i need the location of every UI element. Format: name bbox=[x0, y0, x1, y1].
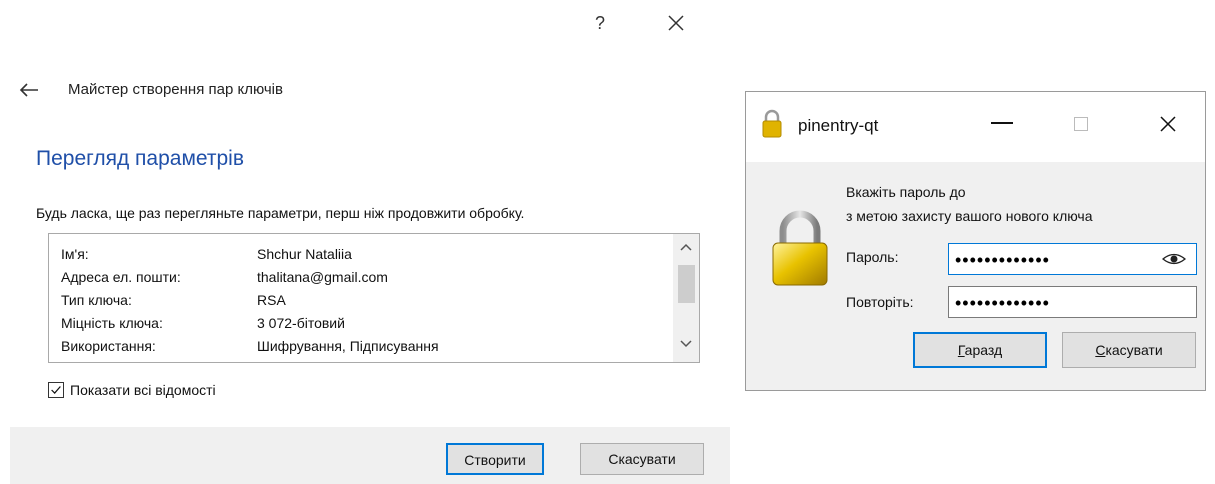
param-value: Шифрування, Підписування bbox=[257, 338, 439, 354]
param-value: thalitana@gmail.com bbox=[257, 269, 388, 285]
minimize-icon[interactable] bbox=[991, 122, 1013, 124]
back-arrow-icon[interactable] bbox=[18, 80, 40, 100]
dialog-description-line1: Вкажіть пароль до bbox=[846, 184, 966, 200]
dialog-titlebar[interactable]: pinentry-qt bbox=[746, 92, 1205, 162]
param-label: Використання: bbox=[61, 338, 156, 354]
maximize-icon bbox=[1074, 117, 1088, 131]
repeat-password-mask: ••••••••••••• bbox=[955, 293, 1050, 313]
eye-icon[interactable] bbox=[1162, 250, 1186, 268]
page-title: Перегляд параметрів bbox=[36, 147, 244, 170]
pinentry-dialog: pinentry-qt Вкажіть пароль до з метою за… bbox=[745, 91, 1206, 391]
ok-button[interactable]: Гаразд bbox=[913, 332, 1047, 368]
wizard-title: Майстер створення пар ключів bbox=[68, 81, 283, 98]
chevron-up-icon[interactable] bbox=[678, 241, 694, 253]
param-label: Міцність ключа: bbox=[61, 315, 163, 331]
ok-mnemonic: Г bbox=[957, 342, 965, 358]
dialog-title: pinentry-qt bbox=[798, 116, 879, 135]
checkbox-box[interactable] bbox=[48, 382, 64, 398]
dialog-description-line2: з метою захисту вашого нового ключа bbox=[846, 208, 1093, 224]
vertical-scrollbar[interactable] bbox=[673, 234, 699, 362]
parameters-list[interactable]: Ім'я: Shchur Nataliia Адреса ел. пошти: … bbox=[48, 233, 700, 363]
param-value: Shchur Nataliia bbox=[257, 246, 352, 262]
create-button[interactable]: Створити bbox=[446, 443, 544, 475]
repeat-password-label: Повторіть: bbox=[846, 294, 914, 310]
ok-label-rest: аразд bbox=[964, 342, 1003, 358]
page-description: Будь ласка, ще раз перегляньте параметри… bbox=[36, 205, 525, 221]
close-icon[interactable] bbox=[664, 11, 688, 35]
password-label: Пароль: bbox=[846, 249, 899, 265]
password-input[interactable]: ••••••••••••• bbox=[948, 243, 1197, 275]
help-button[interactable]: ? bbox=[592, 13, 608, 34]
cancel-button[interactable]: Скасувати bbox=[580, 443, 704, 475]
param-label: Тип ключа: bbox=[61, 292, 132, 308]
check-icon bbox=[51, 386, 61, 394]
close-icon[interactable] bbox=[1158, 114, 1178, 134]
checkbox-label: Показати всі відомості bbox=[70, 382, 216, 398]
cancel-button[interactable]: Скасувати bbox=[1062, 332, 1196, 368]
chevron-down-icon[interactable] bbox=[678, 338, 694, 350]
param-value: RSA bbox=[257, 292, 286, 308]
lock-icon bbox=[762, 109, 782, 138]
param-label: Ім'я: bbox=[61, 246, 89, 262]
keypair-wizard-window: ? Майстер створення пар ключів Перегляд … bbox=[0, 0, 730, 484]
cancel-label-rest: касувати bbox=[1105, 342, 1163, 358]
lock-icon bbox=[772, 210, 828, 286]
param-value: 3 072-бітовий bbox=[257, 315, 345, 331]
cancel-mnemonic: С bbox=[1095, 342, 1106, 358]
repeat-password-input[interactable]: ••••••••••••• bbox=[948, 286, 1197, 318]
wizard-footer: Створити Скасувати bbox=[10, 427, 730, 484]
password-mask: ••••••••••••• bbox=[955, 250, 1050, 270]
param-label: Адреса ел. пошти: bbox=[61, 269, 181, 285]
scrollbar-thumb[interactable] bbox=[678, 265, 695, 303]
